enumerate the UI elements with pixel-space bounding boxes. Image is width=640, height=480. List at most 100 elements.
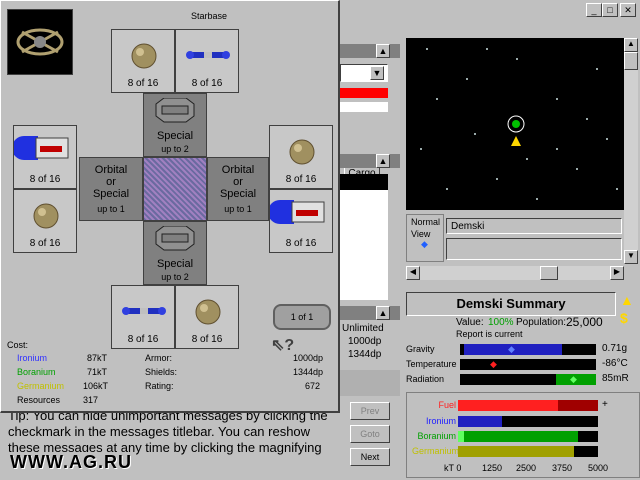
slot-right-bottom[interactable]: 8 of 16 [269,189,333,253]
space-map[interactable] [406,38,624,210]
star [586,118,588,120]
planet-panel: ▲ ▼ Cargo ▲ ▲ Unlimited 1000dp 1344dp [340,40,400,370]
fuel-bar [458,400,598,411]
page-indicator[interactable]: 1 of 1 [273,304,331,330]
view-mode-box[interactable]: Normal View ◆ [406,214,444,262]
max-fuel-value: Unlimited [342,323,384,334]
planet-demski-icon [512,120,520,128]
prev-button[interactable]: Prev [350,402,390,420]
star [526,158,528,160]
star [556,98,558,100]
scanner-panel: ▲ ▼ Normal View ◆ Demski ◀ ▶ [402,38,640,284]
temperature-label: Temperature [406,359,457,369]
slot-count: 8 of 16 [29,174,61,185]
orbital-slot-left[interactable]: Orbital or Special up to 1 [79,157,143,221]
orbital-left-line1: Orbital [94,164,128,176]
scroll-left-icon[interactable]: ◀ [406,266,420,280]
vertical-scrollbar[interactable] [624,52,638,262]
star [606,138,608,140]
axis-label-3750: 3750 [552,463,573,473]
dollar-icon[interactable]: $ [620,310,628,326]
slot-count: 8 of 16 [285,174,317,185]
fuel-overflow: + [602,399,608,410]
horizontal-scroll-thumb[interactable] [540,266,558,280]
starbase-design-dialog: Starbase 8 of 16 8 of 16 Special up to 2… [0,0,340,413]
watermark: WWW.AG.RU [6,452,136,473]
value-percent: 100% [488,317,514,328]
scroll-down-icon[interactable]: ▼ [624,250,638,264]
scroll-right-icon[interactable]: ▶ [610,266,624,280]
collapse-icon[interactable]: ▲ [376,306,390,320]
minimize-icon[interactable]: _ [586,3,602,17]
slot-count: 8 of 16 [29,238,61,249]
view-diamond-icon: ◆ [421,239,428,249]
orbital-slot-right[interactable]: Orbital or Special up to 1 [207,157,269,221]
ironium-bar [458,416,598,427]
maximize-icon[interactable]: □ [602,3,618,17]
population-value: 25,000 [566,315,603,329]
special-slot-bottom[interactable]: Special up to 2 [143,221,207,285]
view-label-1: Normal [411,217,441,227]
star [486,48,488,50]
gravity-bar: ◆ [460,344,596,355]
star [466,78,468,80]
star [596,68,598,70]
view-label-2: View [411,229,431,239]
report-status: Report is current [456,329,523,339]
ironium-cost-value: 87kT [87,353,108,363]
selection-arrow-icon [511,136,521,146]
shields-value: 1344dp [348,349,382,360]
close-icon[interactable]: ✕ [620,3,636,17]
slot-count: 8 of 16 [285,238,317,249]
starbase-core [143,157,207,221]
armor-value: 1000dp [348,336,382,347]
ironium-cost-label: Ironium [17,353,48,363]
star [556,148,558,150]
collapse-icon[interactable]: ▲ [376,44,390,58]
dropdown-arrow-icon[interactable]: ▼ [370,66,384,80]
next-button[interactable]: Next [350,448,390,466]
germanium-bar [458,446,598,457]
help-cursor-icon: ⇖? [271,337,295,354]
slot-top-right[interactable]: 8 of 16 [175,29,239,93]
starbase-hull-image [7,9,73,75]
fuel-label: Fuel [438,400,456,410]
collapse-icon[interactable]: ▲ [376,154,390,168]
slot-count: 8 of 16 [191,78,223,89]
special-top-label: Special [156,130,194,142]
slot-right-top[interactable]: 8 of 16 [269,125,333,189]
goto-button[interactable]: Goto [350,425,390,443]
star [496,178,498,180]
planet-arrow-icon[interactable]: ▲ [620,292,634,308]
value-label: Value: [456,317,484,328]
axis-label-2500: 2500 [516,463,537,473]
orbital-right-line1: Orbital [221,164,255,176]
summary-title: Demski Summary [456,296,566,311]
planet-name-field[interactable]: Demski [446,218,622,234]
rating-value: 672 [305,381,321,391]
scroll-up-icon[interactable]: ▲ [624,38,638,52]
horizontal-scrollbar[interactable] [420,266,610,280]
special-bottom-label: Special [156,258,194,270]
slot-left-top[interactable]: 8 of 16 [13,125,77,189]
star [616,188,618,190]
slot-bottom-right[interactable]: 8 of 16 [175,285,239,349]
special-slot-top[interactable]: Special up to 2 [143,93,207,157]
rating-label: Rating: [145,381,174,391]
star [474,133,476,135]
temperature-bar: ◆ [460,359,596,370]
slot-left-bottom[interactable]: 8 of 16 [13,189,77,253]
gravity-label: Gravity [406,344,435,354]
cost-label: Cost: [7,340,29,350]
slot-top-left[interactable]: 8 of 16 [111,29,175,93]
gravity-value: 0.71g [602,343,628,354]
resources-cost-label: Resources [17,395,61,405]
vertical-scroll-thumb[interactable] [624,52,638,70]
radiation-label: Radiation [406,374,445,384]
shields-value: 1344dp [293,367,324,377]
star [446,188,448,190]
planet-info-field [446,238,622,260]
star [576,168,578,170]
orbital-left-limit: up to 1 [97,204,125,214]
slot-bottom-left[interactable]: 8 of 16 [111,285,175,349]
